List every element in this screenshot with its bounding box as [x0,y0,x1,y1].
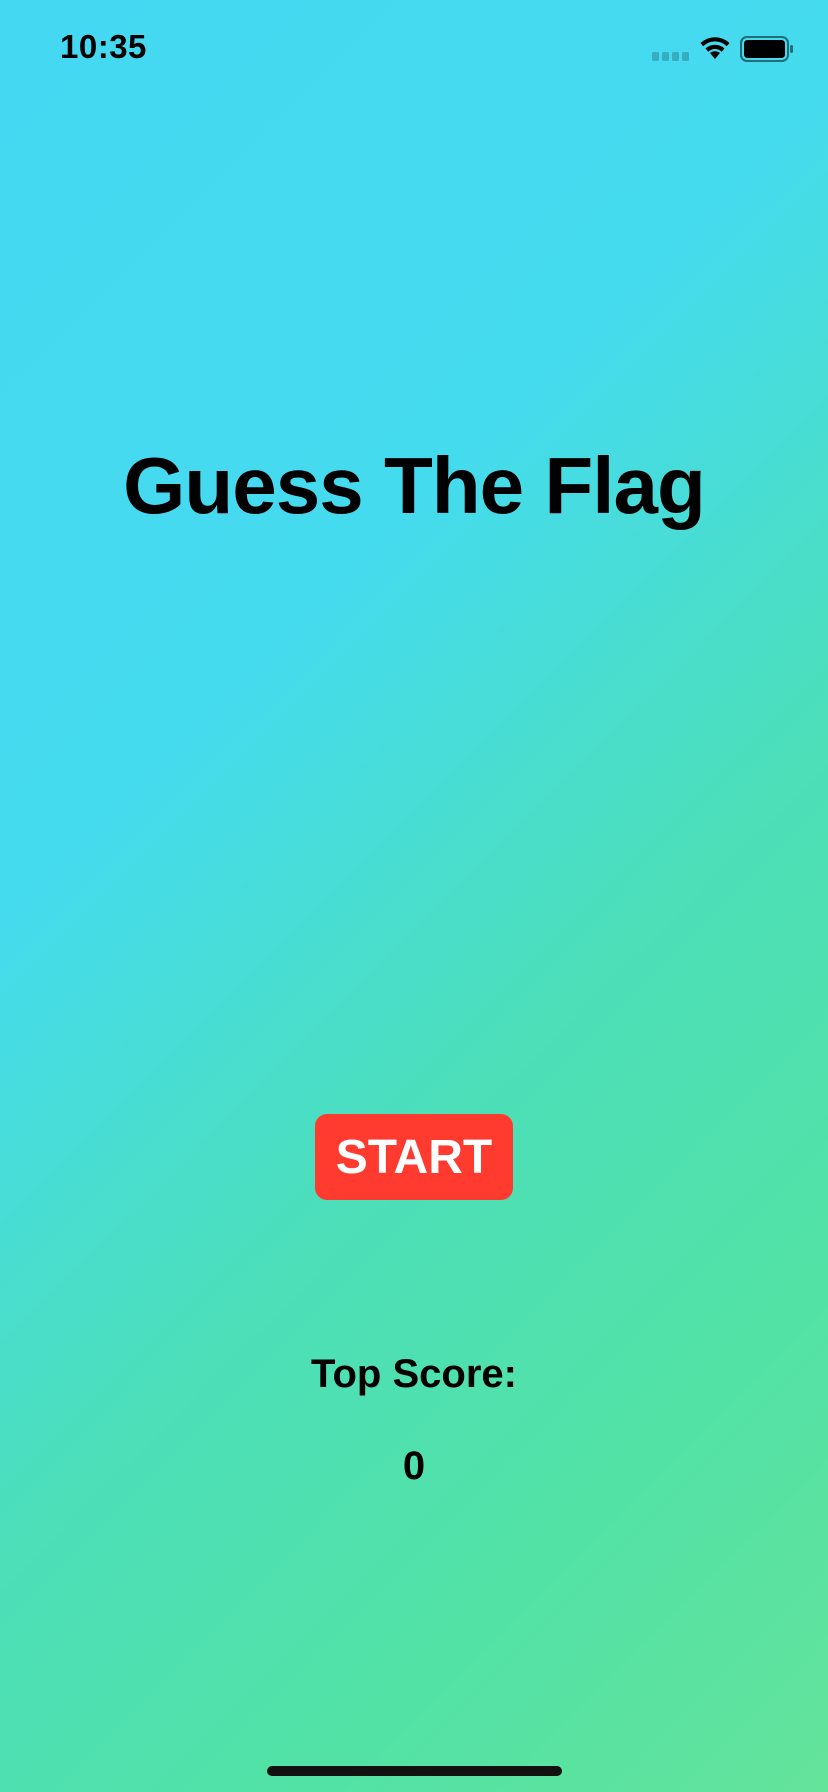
cellular-signal-icon [652,52,689,61]
top-score-value: 0 [402,1444,426,1488]
start-button[interactable]: START [315,1114,513,1200]
battery-icon [740,36,793,62]
status-bar: 10:35 [0,0,828,100]
home-indicator[interactable] [267,1766,562,1776]
top-score-label: Top Score: [311,1352,517,1396]
status-time: 10:35 [60,28,147,65]
page-title: Guess The Flag [123,441,706,530]
wifi-icon [700,37,730,59]
